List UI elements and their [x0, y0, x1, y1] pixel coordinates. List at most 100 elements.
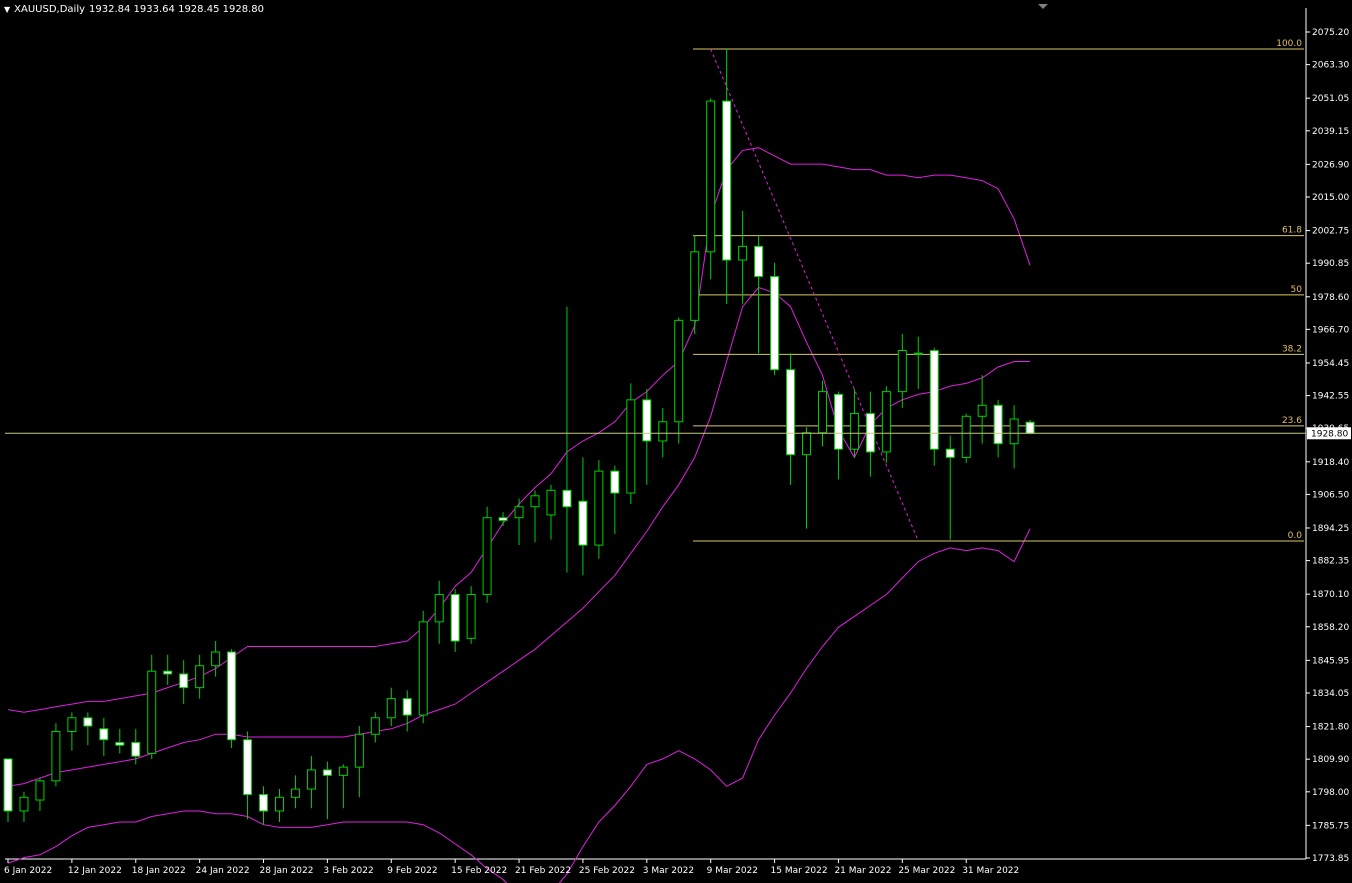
- candle-body-bear: [259, 794, 269, 812]
- candle-body-bull: [482, 517, 492, 595]
- candle-body-bull: [290, 788, 300, 798]
- candle: [115, 728, 125, 754]
- candle: [259, 786, 269, 825]
- candle: [466, 586, 476, 644]
- candle-body-bear: [115, 741, 125, 746]
- y-tick-label: 1894.25: [1312, 524, 1349, 534]
- y-tick-label: 1834.05: [1312, 689, 1349, 699]
- x-tick-label: 28 Jan 2022: [260, 866, 314, 876]
- y-tick-label: 1773.85: [1312, 854, 1349, 864]
- candle-body-bull: [35, 780, 45, 801]
- price-chart[interactable]: 100.0 61.8 50 38.2 23.6 0.0 6 Jan 2022 12 Jan …: [0, 0, 1352, 883]
- candle-body-bull: [1009, 418, 1019, 445]
- x-tick-label: 9 Mar 2022: [707, 866, 758, 876]
- candle: [562, 306, 572, 573]
- fib-level-label: 50: [1291, 285, 1303, 295]
- candle-body-bear: [945, 448, 955, 458]
- candle: [706, 98, 716, 280]
- candle-body-bear: [402, 698, 412, 716]
- candle-body-bull: [466, 593, 476, 639]
- time-axis: 6 Jan 2022 12 Jan 2022 18 Jan 2022 24 Jan 2…: [4, 859, 1019, 876]
- candle-body-bull: [338, 766, 348, 776]
- candle-body-bull: [913, 352, 923, 355]
- candle-body-bear: [450, 593, 460, 642]
- candle-body-bear: [322, 769, 332, 776]
- candle-body-bear: [929, 350, 939, 450]
- candle: [802, 427, 811, 529]
- x-tick-label: 15 Feb 2022: [451, 866, 507, 876]
- candle-body-bull: [418, 621, 428, 716]
- fib-level-label: 23.6: [1282, 416, 1302, 426]
- candle: [386, 687, 396, 727]
- candle: [1009, 405, 1019, 469]
- candle-body-bear: [610, 470, 620, 494]
- candle-body-bear: [99, 728, 109, 741]
- fib-level-label: 100.0: [1276, 39, 1302, 49]
- chart-shift-icon[interactable]: [1038, 4, 1048, 9]
- y-tick-label: 1942.55: [1312, 392, 1349, 402]
- candle: [322, 761, 332, 820]
- candle: [3, 758, 13, 822]
- candle-body-bull: [370, 717, 380, 735]
- candle: [658, 408, 668, 458]
- y-tick-label: 1906.50: [1312, 490, 1349, 500]
- candle-body-bear: [642, 399, 652, 442]
- candle: [19, 791, 29, 822]
- candle: [578, 457, 588, 576]
- candle: [179, 660, 189, 705]
- candle-body-bull: [658, 421, 668, 442]
- y-tick-label: 1966.70: [1312, 325, 1349, 335]
- x-tick-label: 9 Feb 2022: [387, 866, 437, 876]
- candle-body-bear: [993, 404, 1003, 445]
- x-tick-label: 18 Jan 2022: [132, 866, 186, 876]
- candle-body-bear: [1025, 421, 1035, 434]
- candle-body-bear: [179, 673, 189, 689]
- candle-body-bull: [51, 731, 61, 782]
- y-tick-label: 1858.20: [1312, 623, 1349, 633]
- candle-body-bear: [562, 489, 572, 508]
- x-tick-label: 12 Jan 2022: [68, 866, 122, 876]
- candle-body-bear: [3, 758, 13, 812]
- fibonacci-retracement[interactable]: 100.0 61.8 50 38.2 23.6 0.0: [693, 39, 1304, 542]
- chart-shift-marker[interactable]: [1038, 4, 1048, 9]
- candle: [418, 610, 428, 724]
- y-tick-label: 1882.35: [1312, 557, 1349, 567]
- candle-body-bull: [897, 350, 907, 393]
- y-tick-label: 2026.90: [1312, 160, 1349, 170]
- candle-body-bull: [195, 665, 205, 689]
- candle: [163, 654, 173, 685]
- candle: [370, 712, 380, 743]
- candle-body-bear: [163, 670, 173, 675]
- candle-body-bull: [147, 670, 157, 754]
- candle-body-bull: [626, 399, 636, 494]
- candle: [530, 490, 540, 543]
- fib-level-label: 0.0: [1288, 531, 1303, 541]
- candle: [610, 465, 620, 535]
- x-tick-label: 15 Mar 2022: [771, 866, 828, 876]
- candle: [402, 690, 412, 732]
- candle: [67, 712, 77, 751]
- candle: [929, 347, 939, 466]
- x-tick-label: 25 Feb 2022: [579, 866, 635, 876]
- y-tick-label: 1954.45: [1312, 359, 1349, 369]
- candle: [450, 588, 460, 653]
- candle: [306, 756, 316, 809]
- candle-body-bear: [578, 500, 588, 546]
- candle: [722, 48, 732, 304]
- candle: [243, 731, 253, 820]
- x-tick-label: 25 Mar 2022: [898, 866, 955, 876]
- candle-body-bull: [354, 733, 364, 768]
- candle-body-bull: [849, 413, 859, 450]
- candle-body-bear: [243, 739, 253, 796]
- x-tick-label: 31 Mar 2022: [962, 866, 1019, 876]
- candle: [434, 580, 444, 644]
- candle-body-bull: [690, 251, 700, 321]
- candle: [51, 723, 61, 787]
- candle: [211, 641, 221, 677]
- candle: [754, 235, 764, 354]
- candle-body-bull: [306, 769, 316, 790]
- y-tick-label: 1990.85: [1312, 259, 1349, 269]
- candle: [738, 210, 748, 304]
- candle-body-bear: [865, 413, 875, 453]
- y-tick-label: 2039.15: [1312, 127, 1349, 137]
